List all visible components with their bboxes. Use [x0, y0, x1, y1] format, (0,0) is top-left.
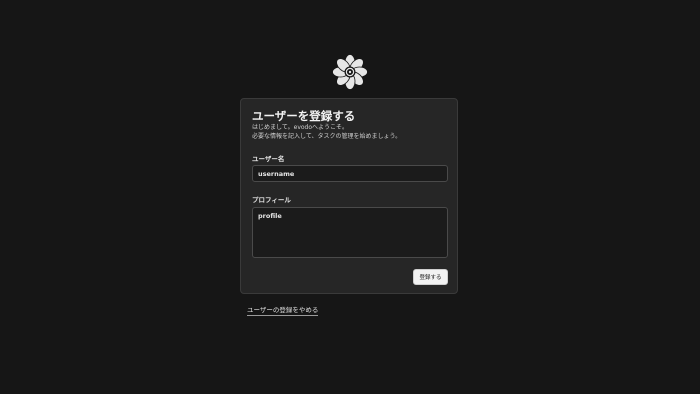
cancel-registration-link[interactable]: ユーザーの登録をやめる — [247, 304, 319, 316]
username-label: ユーザー名 — [252, 155, 285, 163]
register-form-card: ユーザーを登録する はじめまして。evodoへようこそ。 必要な情報を記入して、… — [240, 98, 458, 294]
intro-line-instruction: 必要な情報を記入して、タスクの管理を始めましょう。 — [252, 133, 402, 140]
register-button[interactable]: 登録する — [413, 269, 448, 285]
username-input[interactable] — [252, 165, 448, 182]
intro-line-welcome: はじめまして。evodoへようこそ。 — [252, 124, 349, 131]
intro-text: はじめまして。evodoへようこそ。 必要な情報を記入して、タスクの管理を始めま… — [252, 123, 401, 141]
profile-textarea[interactable]: profile — [252, 207, 448, 258]
page-title: ユーザーを登録する — [252, 109, 356, 123]
evodo-logo-icon — [332, 54, 368, 90]
profile-label: プロフィール — [252, 196, 291, 204]
